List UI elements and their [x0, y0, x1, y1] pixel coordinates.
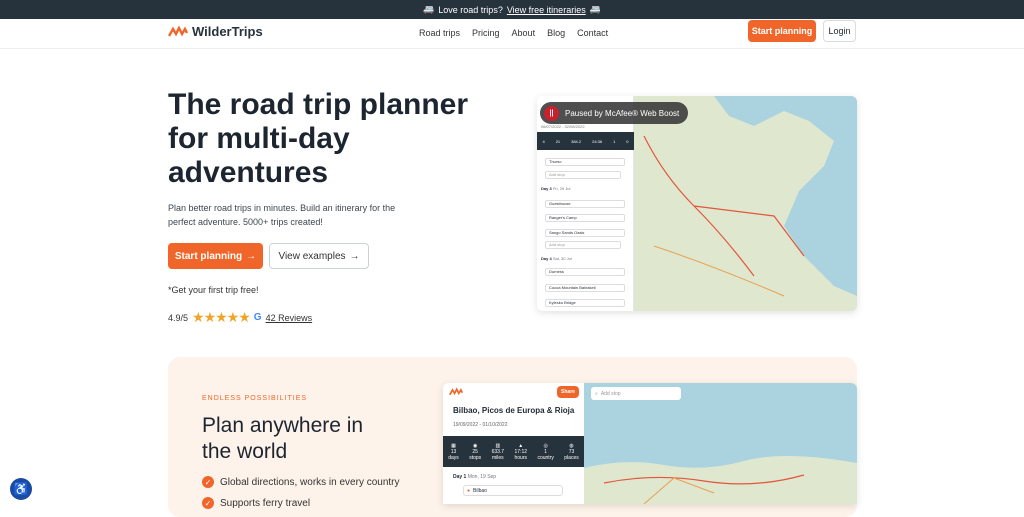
- itinerary-panel-2: Share Bilbao, Picos de Europa & Rioja 19…: [443, 383, 584, 504]
- stat-days: ▦ 13 days: [448, 442, 459, 461]
- trip-dates: 19/09/2022 - 01/10/2022: [453, 422, 508, 428]
- stat-places: ◍ 73 places: [564, 442, 579, 461]
- nav-link-pricing[interactable]: Pricing: [472, 28, 500, 38]
- stop-name: Ranger's Camp: [549, 215, 577, 220]
- stop-name: Guesthouse: [549, 201, 571, 206]
- list-item[interactable]: Thurso: [545, 158, 625, 166]
- nav-link-road-trips[interactable]: Road trips: [419, 28, 460, 38]
- nav-links: Road trips Pricing About Blog Contact: [419, 28, 608, 38]
- nav-start-planning-button[interactable]: Start planning: [748, 20, 816, 42]
- app-preview-2: Share Bilbao, Picos de Europa & Rioja 19…: [443, 383, 857, 504]
- check-icon: ✓: [202, 497, 214, 509]
- search-input[interactable]: ⌕ Add stop: [591, 387, 681, 400]
- stat-countries: 1: [613, 138, 616, 144]
- map-view-2[interactable]: ⌕ Add stop: [584, 383, 857, 504]
- hero-title: The road trip planner for multi-day adve…: [168, 88, 469, 189]
- banner-text: Love road trips?: [438, 4, 503, 15]
- stop-name: Bilbao: [473, 487, 487, 494]
- stat-country: ◎ 1 country: [537, 442, 554, 461]
- stop-name: Sango Sands Oasis: [549, 230, 585, 235]
- list-item[interactable]: Guesthouse: [545, 200, 625, 208]
- map-land: [584, 455, 857, 504]
- logo-icon: [449, 387, 463, 396]
- brand-name: WilderTrips: [192, 24, 263, 39]
- check-icon: ✓: [202, 476, 214, 488]
- trip-stats: ▦ 13 days ◉ 25 stops ▥ 633.7 miles ▲ 17:12 hours…: [443, 436, 584, 467]
- stat-hours: ▲ 17:12 hours: [514, 442, 528, 461]
- login-button[interactable]: Login: [823, 20, 856, 42]
- navbar: WilderTrips Road trips Pricing About Blo…: [0, 19, 1024, 49]
- top-banner: 🚐 Love road trips? View free itineraries…: [0, 0, 1024, 19]
- hero-buttons: Start planning → View examples →: [168, 243, 369, 269]
- day-header: Day 4 Sat, 30 Jul: [541, 256, 572, 261]
- paused-overlay[interactable]: || Paused by McAfee® Web Boost: [540, 102, 688, 124]
- trip-dates: 06/07/2022 - 02/08/2022: [541, 124, 585, 129]
- hero-start-planning-button[interactable]: Start planning →: [168, 243, 263, 269]
- list-item[interactable]: Cocoa Mountain Balnakeil: [545, 284, 625, 292]
- stop-name: Thurso: [549, 159, 562, 164]
- map-view[interactable]: [634, 96, 857, 311]
- list-item[interactable]: ● Bilbao: [463, 485, 563, 496]
- arrow-right-icon: →: [246, 250, 257, 262]
- app-preview: 06/07/2022 - 02/08/2022 4 21 384.2 24:36…: [537, 96, 857, 311]
- day-header: Day 1 Mon, 19 Sep: [453, 474, 497, 480]
- pause-icon: ||: [544, 105, 559, 121]
- stat-days: 4: [542, 138, 545, 144]
- trip-title: Bilbao, Picos de Europa & Rioja: [453, 406, 575, 415]
- stat-stops: ◉ 25 stops: [469, 442, 482, 461]
- hero-subtitle: Plan better road trips in minutes. Build…: [168, 203, 396, 227]
- van-icon: 🚐: [423, 4, 435, 14]
- logo-icon: [168, 24, 188, 37]
- section-eyebrow: ENDLESS POSSIBILITIES: [202, 395, 308, 402]
- nav-link-blog[interactable]: Blog: [547, 28, 565, 38]
- view-examples-label: View examples: [278, 250, 346, 262]
- list-item[interactable]: Kylesku Bridge: [545, 299, 625, 307]
- list-item[interactable]: Durness: [545, 268, 625, 276]
- stop-name: Cocoa Mountain Balnakeil: [549, 285, 596, 290]
- feature-item: ✓ Supports ferry travel: [202, 497, 310, 509]
- arrow-right-icon: →: [349, 250, 360, 262]
- accessibility-icon: ♿: [13, 482, 29, 496]
- list-item[interactable]: Ranger's Camp: [545, 214, 625, 222]
- map-land: [634, 96, 857, 311]
- google-icon: G: [253, 312, 262, 323]
- banner-link[interactable]: View free itineraries: [507, 5, 586, 15]
- stop-marker-icon: ●: [467, 487, 471, 494]
- star-rating-icon: ★★★★★: [192, 309, 251, 325]
- stat-miles: 384.2: [571, 138, 582, 144]
- paused-text: Paused by McAfee® Web Boost: [565, 108, 680, 118]
- search-icon: ⌕: [595, 390, 598, 397]
- view-examples-button[interactable]: View examples →: [269, 243, 369, 269]
- stat-places: 0: [626, 138, 629, 144]
- feature-item: ✓ Global directions, works in every coun…: [202, 476, 400, 488]
- trip-stats: 4 21 384.2 24:36 1 0: [537, 132, 634, 150]
- share-button[interactable]: Share: [557, 386, 579, 398]
- stat-stops: 21: [555, 138, 561, 144]
- rating-score: 4.9/5: [168, 312, 189, 323]
- nav-link-about[interactable]: About: [512, 28, 536, 38]
- hero-start-label: Start planning: [174, 250, 243, 262]
- list-item[interactable]: Sango Sands Oasis: [545, 229, 625, 237]
- stat-hours: 24:36: [592, 138, 603, 144]
- add-stop-input[interactable]: Add stop: [545, 241, 621, 249]
- itinerary-panel: 06/07/2022 - 02/08/2022 4 21 384.2 24:36…: [537, 96, 634, 311]
- reviews-link[interactable]: 42 Reviews: [266, 313, 313, 323]
- rating-row: 4.9/5 ★★★★★ G 42 Reviews: [168, 309, 312, 326]
- add-stop-input[interactable]: Add stop: [545, 171, 621, 179]
- nav-link-contact[interactable]: Contact: [577, 28, 608, 38]
- stop-name: Kylesku Bridge: [549, 300, 576, 305]
- accessibility-button[interactable]: ♿: [10, 478, 32, 500]
- free-trip-note: *Get your first trip free!: [168, 285, 259, 295]
- day-header: Day 3 Fri, 29 Jul: [541, 186, 571, 191]
- stop-name: Durness: [549, 269, 564, 274]
- section-title: Plan anywhere in the world: [202, 414, 364, 463]
- van-icon: 🚐: [589, 4, 601, 14]
- brand-logo[interactable]: WilderTrips: [168, 24, 263, 39]
- stat-miles: ▥ 633.7 miles: [491, 442, 505, 461]
